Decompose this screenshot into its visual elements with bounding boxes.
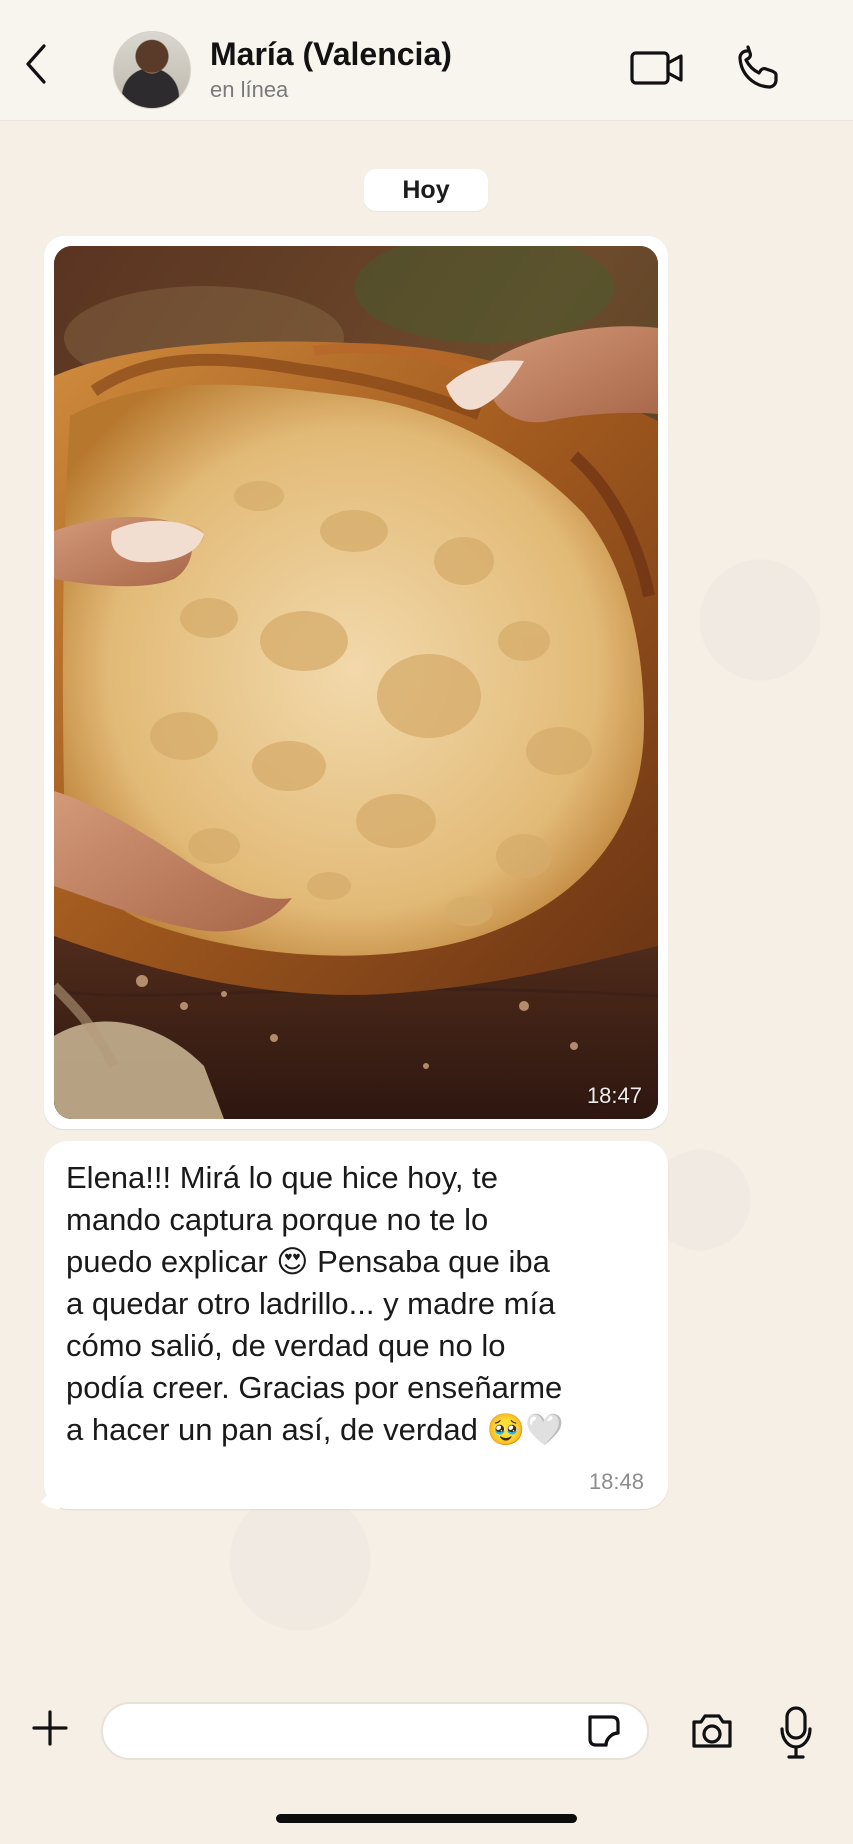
message-text: Elena!!! Mirá lo que hice hoy, te mando … (66, 1160, 564, 1447)
image-message-time: 18:47 (586, 1083, 642, 1108)
image-message-bubble[interactable]: 18:47 (44, 236, 668, 1129)
contact-name[interactable]: María (Valencia) (210, 36, 452, 73)
message-composer[interactable] (101, 1702, 649, 1760)
date-chip: Hoy (364, 169, 488, 211)
chevron-left-icon (22, 42, 50, 91)
microphone-icon (776, 1706, 816, 1766)
avatar[interactable] (113, 31, 191, 109)
sticker-button[interactable] (582, 1709, 626, 1753)
sticker-icon (582, 1715, 626, 1757)
camera-icon (687, 1714, 737, 1760)
home-indicator (276, 1814, 577, 1823)
microphone-button[interactable] (776, 1702, 816, 1762)
back-button[interactable] (14, 38, 58, 94)
contact-status: en línea (210, 77, 289, 102)
bread-photo[interactable]: 18:47 (54, 246, 658, 1119)
text-message-bubble[interactable]: Elena!!! Mirá lo que hice hoy, te mando … (44, 1141, 668, 1509)
message-time: 18:48 (588, 1469, 644, 1494)
message-input[interactable] (123, 1714, 582, 1750)
video-camera-icon (628, 51, 686, 94)
camera-button[interactable] (687, 1706, 737, 1756)
attach-button[interactable] (28, 1706, 72, 1750)
voice-call-button[interactable] (733, 44, 783, 94)
video-call-button[interactable] (628, 46, 686, 90)
plus-icon (28, 1710, 72, 1754)
phone-icon (733, 45, 783, 98)
chat-header: María (Valencia) en línea (0, 0, 853, 121)
